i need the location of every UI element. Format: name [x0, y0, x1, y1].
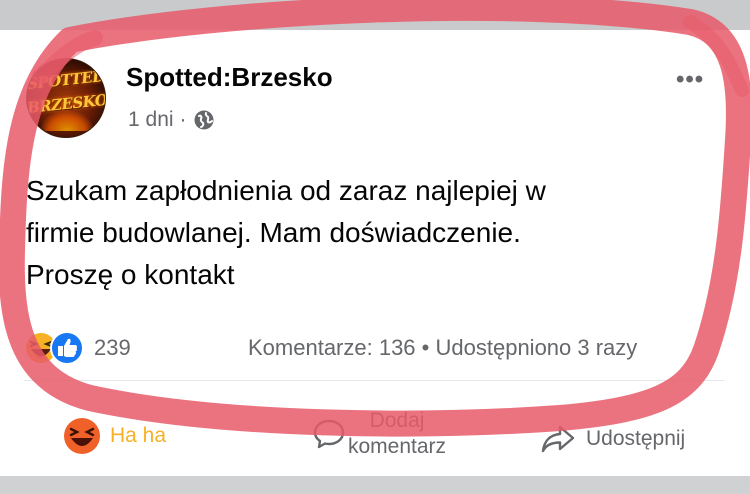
- reaction-icons: [24, 331, 84, 365]
- avatar-logo-text-1: SPOTTED: [26, 66, 106, 94]
- globe-icon: [194, 110, 214, 130]
- post-text-line-3: Proszę o kontakt: [26, 259, 235, 290]
- comments-count-link[interactable]: Komentarze: 136: [248, 335, 416, 360]
- more-options-icon[interactable]: •••: [676, 66, 704, 94]
- post-text-line-2: firmie budowlanej. Mam doświadczenie.: [26, 217, 521, 248]
- engagement-stats: Komentarze: 136 • Udostępniono 3 razy: [248, 335, 637, 361]
- top-background-strip: [0, 0, 750, 30]
- post-meta: 1 dni ·: [128, 108, 215, 132]
- meta-separator: ·: [179, 108, 187, 131]
- page-name-link[interactable]: Spotted:Brzesko: [126, 62, 333, 93]
- comment-button[interactable]: Dodaj komentarz: [312, 408, 446, 460]
- haha-label: Ha ha: [110, 424, 167, 447]
- like-reaction-icon: [50, 331, 84, 365]
- comment-label: Dodaj komentarz: [348, 408, 446, 460]
- comment-label-line-1: Dodaj: [369, 409, 425, 432]
- comment-label-line-2: komentarz: [348, 435, 447, 458]
- page-avatar[interactable]: SPOTTED BRZESKO: [26, 58, 106, 138]
- stats-separator: •: [421, 335, 430, 360]
- post-text-line-1: Szukam zapłodnienia od zaraz najlepiej w: [26, 175, 546, 206]
- share-icon: [541, 425, 575, 453]
- bottom-background-strip: [0, 476, 750, 494]
- haha-reaction-icon: [64, 418, 100, 454]
- share-button[interactable]: Udostępnij: [540, 424, 685, 454]
- post-body: Szukam zapłodnienia od zaraz najlepiej w…: [26, 170, 716, 296]
- action-divider: [24, 380, 724, 381]
- comment-icon: [313, 419, 345, 449]
- haha-reaction-button[interactable]: Ha ha: [62, 416, 166, 456]
- reaction-count: 239: [94, 335, 131, 360]
- reactions-summary[interactable]: 239: [24, 330, 131, 366]
- post-time[interactable]: 1 dni: [128, 108, 174, 132]
- shares-count-link[interactable]: Udostępniono 3 razy: [436, 335, 638, 360]
- share-label: Udostępnij: [586, 427, 686, 450]
